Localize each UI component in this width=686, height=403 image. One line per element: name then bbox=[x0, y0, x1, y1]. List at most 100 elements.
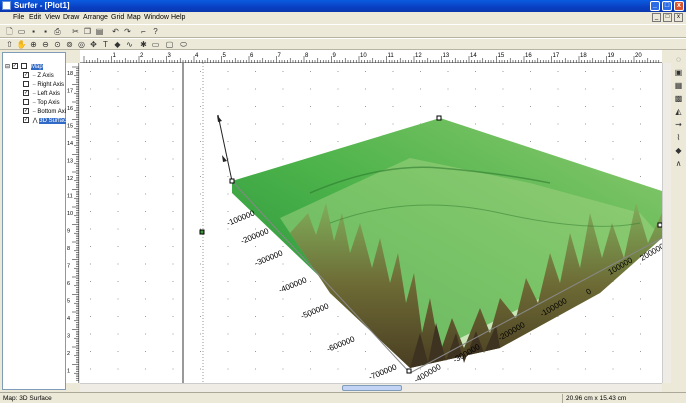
menu-draw[interactable]: Draw bbox=[63, 14, 79, 21]
zoom-page-icon[interactable]: ⊚ bbox=[64, 39, 75, 50]
vector-map-icon[interactable]: ⇝ bbox=[673, 119, 684, 130]
menu-window[interactable]: Window bbox=[144, 14, 169, 21]
menu-map[interactable]: Map bbox=[127, 14, 141, 21]
ruler-label: 10 bbox=[67, 211, 73, 217]
context-help-icon[interactable]: ? bbox=[150, 26, 161, 37]
paste-icon[interactable]: ▤ bbox=[94, 26, 105, 37]
drawing-toolbar: ⇧ ✋ ⊕ ⊖ ⊙ ⊚ ◎ ✥ T ◆ ∿ ✱ ▭ ▢ ⬭ bbox=[0, 38, 686, 50]
zoom-rect-icon[interactable]: ⊙ bbox=[52, 39, 63, 50]
tree-item-bottom-axis[interactable]: ✓ ┄ Bottom Axis bbox=[23, 108, 69, 117]
polyline-icon[interactable]: ∿ bbox=[124, 39, 135, 50]
horizontal-scroll-thumb[interactable] bbox=[342, 385, 402, 391]
save-all-icon[interactable]: ▪ bbox=[40, 26, 51, 37]
plot-canvas[interactable]: -100000 -200000 -300000 -400000 -500000 … bbox=[80, 63, 662, 383]
grid-dot bbox=[117, 263, 119, 265]
overlay-icon[interactable]: ∧ bbox=[673, 158, 684, 169]
checkbox-icon[interactable]: ✓ bbox=[11, 63, 18, 70]
grid-dot bbox=[200, 281, 201, 282]
surfer-app-icon[interactable] bbox=[2, 1, 11, 10]
contour-map-icon[interactable]: ◌ bbox=[673, 54, 684, 65]
doc-close-button[interactable]: x bbox=[674, 13, 683, 22]
menu-file[interactable]: File bbox=[13, 14, 24, 21]
menu-help[interactable]: Help bbox=[171, 14, 185, 21]
object-manager[interactable]: ⊟ ✓ Map ✓ ┄ Z Axis ┄ Right Axis ✓ ┄ Left… bbox=[2, 52, 70, 390]
tree-item-top-axis[interactable]: ┄ Top Axis bbox=[23, 99, 60, 108]
cut-icon[interactable]: ✂ bbox=[70, 26, 81, 37]
menu-edit[interactable]: Edit bbox=[29, 14, 41, 21]
horizontal-ruler[interactable]: 123456789101112131415161718192021 bbox=[80, 50, 670, 63]
grid-dot bbox=[310, 333, 311, 335]
pan-icon[interactable]: ✥ bbox=[88, 39, 99, 50]
grid-dot bbox=[585, 316, 586, 317]
zoom-in-icon[interactable]: ⊕ bbox=[28, 39, 39, 50]
close-button[interactable]: x bbox=[674, 1, 684, 11]
select-pointer-icon[interactable]: ⇧ bbox=[4, 39, 15, 50]
selection-handle[interactable] bbox=[406, 368, 412, 374]
checkbox-icon[interactable]: ✓ bbox=[23, 72, 29, 79]
ruler-label: 5 bbox=[67, 299, 70, 305]
save-icon[interactable]: ▪ bbox=[28, 26, 39, 37]
tree-item-z-axis[interactable]: ✓ ┄ Z Axis bbox=[23, 72, 54, 81]
selection-handle[interactable] bbox=[229, 178, 235, 184]
help-pointer-icon[interactable]: ⌐ bbox=[138, 26, 149, 37]
checkbox-icon[interactable] bbox=[23, 81, 29, 88]
minimize-button[interactable]: _ bbox=[650, 1, 660, 11]
expand-icon[interactable]: ⊟ bbox=[5, 64, 10, 70]
menu-arrange[interactable]: Arrange bbox=[83, 14, 108, 21]
selection-handle[interactable] bbox=[436, 115, 442, 121]
tree-item-label: Map bbox=[31, 64, 43, 70]
tree-item-3d-surface[interactable]: ✓ ⋀ 3D Surface bbox=[23, 117, 70, 126]
symbol-icon[interactable]: ✱ bbox=[138, 39, 149, 50]
plot-window[interactable]: -100000 -200000 -300000 -400000 -500000 … bbox=[80, 63, 662, 383]
grid-dot bbox=[255, 316, 256, 317]
tree-item-left-axis[interactable]: ✓ ┄ Left Axis bbox=[23, 90, 60, 99]
hand-icon[interactable]: ✋ bbox=[16, 39, 27, 50]
grid-dot bbox=[585, 88, 586, 90]
checkbox-icon[interactable] bbox=[23, 99, 29, 106]
grid-dot bbox=[310, 88, 311, 90]
grid-dot bbox=[227, 106, 229, 107]
print-icon[interactable]: ⎙ bbox=[52, 26, 63, 37]
tree-item-map[interactable]: ⊟ ✓ Map bbox=[5, 63, 43, 72]
ellipse-icon[interactable]: ⬭ bbox=[178, 39, 189, 50]
grid-dot bbox=[90, 88, 91, 90]
rectangle-icon[interactable]: ▭ bbox=[150, 39, 161, 50]
horizontal-scrollbar[interactable] bbox=[80, 383, 662, 392]
rounded-rectangle-icon[interactable]: ▢ bbox=[164, 39, 175, 50]
post-map-icon[interactable]: ▦ bbox=[673, 80, 684, 91]
grid-dot bbox=[227, 141, 229, 142]
copy-icon[interactable]: ❐ bbox=[82, 26, 93, 37]
zoom-out-icon[interactable]: ⊖ bbox=[40, 39, 51, 50]
open-icon[interactable]: ▭ bbox=[16, 26, 27, 37]
selection-handle[interactable] bbox=[199, 229, 205, 235]
grid-dot bbox=[282, 316, 284, 317]
grid-dot bbox=[557, 141, 559, 142]
doc-restore-button[interactable]: □ bbox=[663, 13, 672, 22]
ruler-label: 13 bbox=[67, 159, 73, 165]
polygon-icon[interactable]: ◆ bbox=[112, 39, 123, 50]
base-map-icon[interactable]: ▣ bbox=[673, 67, 684, 78]
grid-dot bbox=[557, 88, 559, 90]
new-icon[interactable]: 🗋 bbox=[4, 26, 15, 37]
image-map-icon[interactable]: ▩ bbox=[673, 93, 684, 104]
shaded-relief-icon[interactable]: ◭ bbox=[673, 106, 684, 117]
checkbox-icon[interactable]: ✓ bbox=[23, 108, 29, 115]
wireframe-icon[interactable]: ⌇ bbox=[673, 132, 684, 143]
redo-icon[interactable]: ↷ bbox=[122, 26, 133, 37]
vertical-scrollbar[interactable] bbox=[662, 63, 671, 383]
checkbox-icon[interactable]: ✓ bbox=[23, 90, 29, 97]
grid-dot bbox=[282, 106, 284, 107]
tree-item-right-axis[interactable]: ┄ Right Axis bbox=[23, 81, 64, 90]
3d-surface[interactable] bbox=[232, 118, 662, 368]
grid-dot bbox=[172, 333, 174, 335]
maximize-button[interactable]: □ bbox=[662, 1, 672, 11]
menu-grid[interactable]: Grid bbox=[111, 14, 124, 21]
text-icon[interactable]: T bbox=[100, 39, 111, 50]
doc-minimize-button[interactable]: _ bbox=[652, 13, 661, 22]
vertical-ruler[interactable]: 18 17 16 15 14 13 12 11 10 9 8 7 6 5 4 3 2 1 bbox=[66, 63, 79, 383]
zoom-fit-icon[interactable]: ◎ bbox=[76, 39, 87, 50]
surface-map-icon[interactable]: ◆ bbox=[673, 145, 684, 156]
checkbox-icon[interactable]: ✓ bbox=[23, 117, 29, 124]
menu-view[interactable]: View bbox=[45, 14, 60, 21]
undo-icon[interactable]: ↶ bbox=[110, 26, 121, 37]
